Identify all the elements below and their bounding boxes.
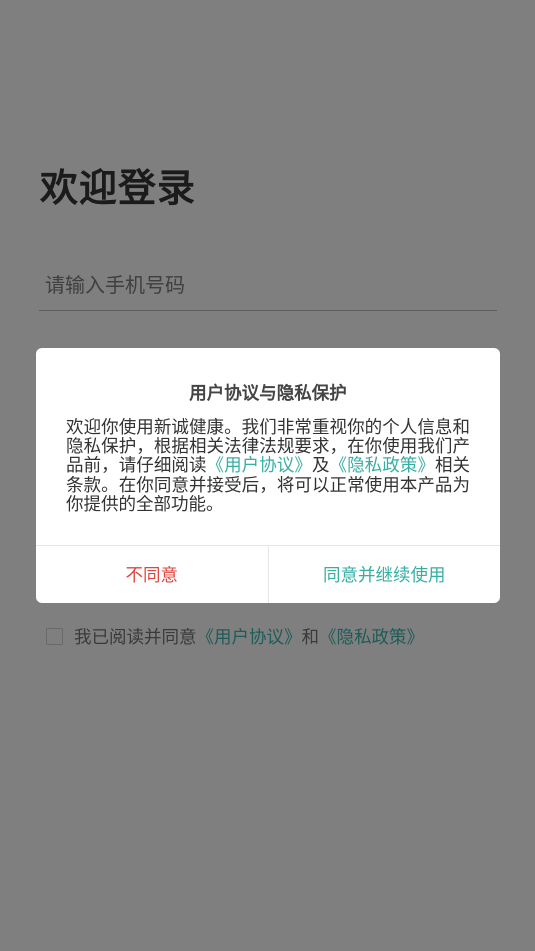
privacy-dialog: 用户协议与隐私保护 欢迎你使用新诚健康。我们非常重视你的个人信息和隐私保护，根据… bbox=[36, 348, 500, 603]
page-title: 欢迎登录 bbox=[40, 166, 197, 210]
agreement-text: 我已阅读并同意《用户协议》和《隐私政策》 bbox=[74, 624, 424, 649]
user-agreement-link[interactable]: 《用户协议》 bbox=[197, 628, 302, 648]
agreement-row: 我已阅读并同意《用户协议》和《隐私政策》 bbox=[46, 622, 424, 650]
disagree-button[interactable]: 不同意 bbox=[36, 546, 269, 603]
dialog-privacy-policy-link[interactable]: 《隐私政策》 bbox=[330, 456, 435, 476]
agree-continue-button[interactable]: 同意并继续使用 bbox=[269, 546, 501, 603]
agreement-and: 和 bbox=[301, 627, 320, 648]
dialog-title: 用户协议与隐私保护 bbox=[189, 384, 347, 404]
dialog-user-agreement-link[interactable]: 《用户协议》 bbox=[207, 456, 312, 476]
agreement-checkbox[interactable] bbox=[46, 627, 63, 645]
dialog-body: 欢迎你使用新诚健康。我们非常重视你的个人信息和隐私保护，根据相关法律法规要求，在… bbox=[66, 418, 470, 515]
dialog-footer: 不同意 同意并继续使用 bbox=[36, 545, 500, 603]
dialog-body-and: 及 bbox=[311, 456, 330, 477]
phone-input[interactable] bbox=[39, 260, 497, 311]
privacy-policy-link[interactable]: 《隐私政策》 bbox=[319, 628, 424, 648]
agreement-prefix: 我已阅读并同意 bbox=[74, 627, 197, 648]
